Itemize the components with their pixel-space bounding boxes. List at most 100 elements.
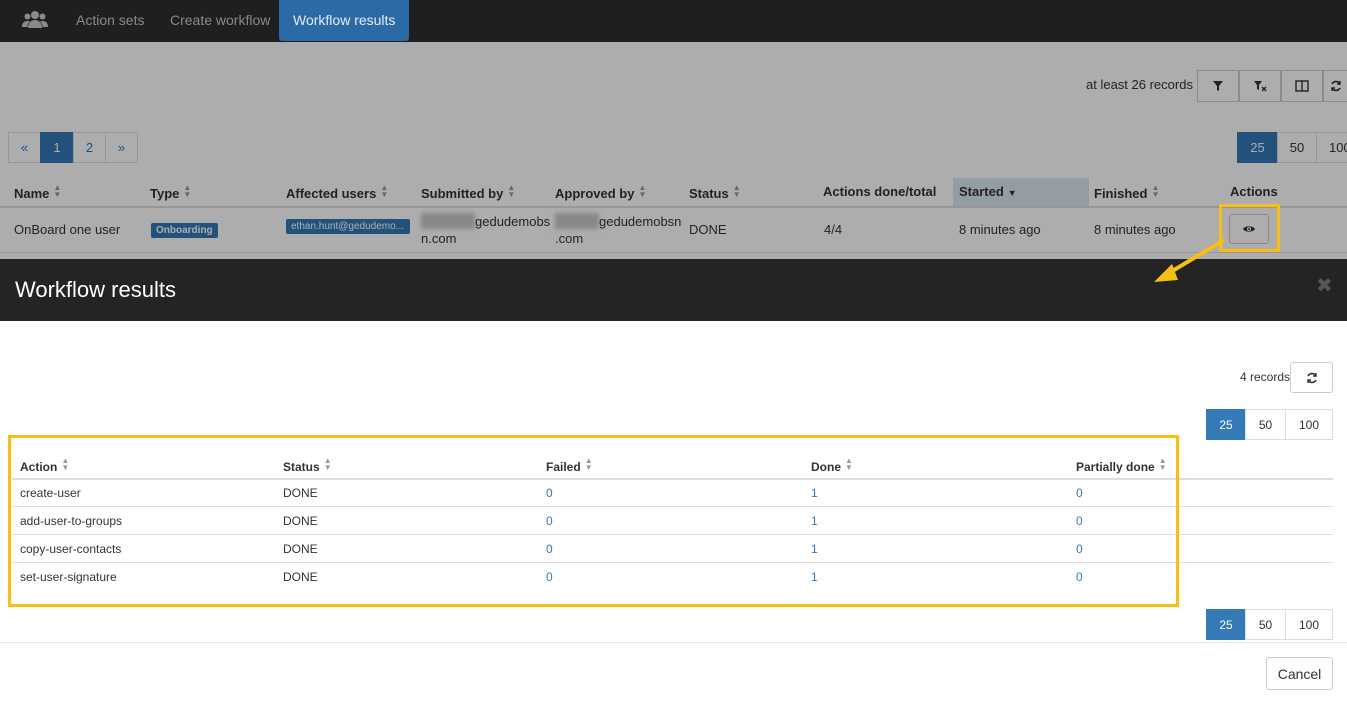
m-row-status: DONE — [283, 570, 318, 584]
nav-action-sets[interactable]: Action sets — [62, 0, 158, 42]
col-submitted-by[interactable]: Submitted by ▲ ▼ — [421, 184, 515, 202]
m-row-partially: 0 — [1076, 570, 1083, 584]
m-row-failed: 0 — [546, 514, 553, 528]
m-row-failed: 0 — [546, 542, 553, 556]
m-col-partially-done[interactable]: Partially done ▲ ▼ — [1076, 456, 1167, 475]
modal-refresh-button[interactable] — [1290, 362, 1333, 393]
sort-icon: ▲ ▼ — [323, 456, 332, 472]
m-col-action-label: Action — [20, 460, 58, 474]
columns-icon — [1295, 80, 1309, 92]
m-row-done: 1 — [811, 570, 818, 584]
m-row-status: DONE — [283, 542, 318, 556]
m-table-header-divider — [12, 478, 1333, 480]
filter-button[interactable] — [1197, 70, 1239, 102]
col-affected-users-label: Affected users — [286, 186, 377, 201]
redacted-text — [555, 213, 599, 229]
columns-button[interactable] — [1281, 70, 1323, 102]
row-started: 8 minutes ago — [959, 222, 1041, 237]
col-affected-users[interactable]: Affected users ▲ ▼ — [286, 183, 389, 202]
refresh-button[interactable] — [1323, 70, 1347, 102]
col-approved-by-label: Approved by — [555, 186, 635, 201]
modal-page-size-50-bottom[interactable]: 50 — [1245, 609, 1286, 640]
modal-records-count: 4 records — [1240, 370, 1291, 384]
modal-page-size-100-top[interactable]: 100 — [1285, 409, 1333, 440]
close-icon[interactable]: ✖ — [1316, 273, 1333, 298]
view-results-button[interactable] — [1229, 214, 1269, 244]
top-navbar: Action sets Create workflow Workflow res… — [0, 0, 1347, 42]
page-size-100[interactable]: 100 — [1316, 132, 1347, 163]
row-name: OnBoard one user — [14, 222, 121, 237]
sort-icon: ▲ ▼ — [584, 456, 593, 472]
pager-page-2[interactable]: 2 — [73, 132, 106, 163]
m-row-partially: 0 — [1076, 486, 1083, 500]
col-started-label: Started — [959, 184, 1004, 199]
pager-prev[interactable]: « — [8, 132, 41, 163]
submitted-by-line1: gedudemobs — [475, 214, 551, 229]
pager-page-1[interactable]: 1 — [40, 132, 74, 163]
m-row-divider — [12, 534, 1333, 535]
row-actions-done: 4/4 — [824, 222, 843, 237]
col-name[interactable]: Name ▲ ▼ — [14, 184, 61, 202]
col-name-label: Name — [14, 186, 50, 201]
m-row-action: create-user — [20, 486, 81, 500]
cancel-button[interactable]: Cancel — [1266, 657, 1333, 690]
col-started[interactable]: Started ▼ — [959, 184, 1017, 199]
page-size-50[interactable]: 50 — [1277, 132, 1317, 163]
col-type[interactable]: Type ▲ ▼ — [150, 183, 192, 202]
m-col-failed-label: Failed — [546, 460, 581, 474]
clear-filter-button[interactable] — [1239, 70, 1281, 102]
arrow-annotation — [1154, 238, 1226, 282]
m-row-action: add-user-to-groups — [20, 514, 123, 528]
m-row-failed: 0 — [546, 486, 553, 500]
modal-page-size-25-bottom[interactable]: 25 — [1206, 609, 1246, 640]
users-icon[interactable] — [22, 9, 48, 31]
col-finished-label: Finished — [1094, 186, 1148, 201]
col-type-label: Type — [150, 186, 180, 201]
col-approved-by[interactable]: Approved by ▲ ▼ — [555, 183, 647, 202]
m-row-partially: 0 — [1076, 542, 1083, 556]
sort-icon: ▲ ▼ — [1158, 456, 1167, 472]
redacted-text — [421, 213, 475, 229]
row-finished: 8 minutes ago — [1094, 222, 1176, 237]
m-col-done-label: Done — [811, 460, 841, 474]
modal-page-size-25-top[interactable]: 25 — [1206, 409, 1246, 440]
clear-filter-icon — [1254, 81, 1267, 92]
modal-page-size-50-top[interactable]: 50 — [1245, 409, 1286, 440]
m-col-done[interactable]: Done ▲ ▼ — [811, 457, 853, 475]
nav-create-workflow[interactable]: Create workflow — [156, 0, 284, 42]
m-row-status: DONE — [283, 514, 318, 528]
m-row-done: 1 — [811, 486, 818, 500]
refresh-icon — [1306, 372, 1317, 383]
sort-icon: ▲ ▼ — [1151, 183, 1160, 199]
col-actions: Actions — [1230, 184, 1278, 199]
table-header-divider — [0, 206, 1347, 208]
m-col-failed[interactable]: Failed ▲ ▼ — [546, 456, 593, 475]
sort-icon: ▲ ▼ — [638, 183, 647, 199]
col-status[interactable]: Status ▲ ▼ — [689, 184, 741, 202]
m-row-divider — [12, 506, 1333, 507]
pager-next[interactable]: » — [105, 132, 138, 163]
records-count: at least 26 records — [1086, 77, 1193, 92]
col-status-label: Status — [689, 186, 729, 201]
modal-page-size-100-bottom[interactable]: 100 — [1285, 609, 1333, 640]
row-status: DONE — [689, 222, 727, 237]
m-row-divider — [12, 562, 1333, 563]
sort-icon: ▲ ▼ — [380, 183, 389, 199]
m-col-status[interactable]: Status ▲ ▼ — [283, 456, 332, 475]
page-size-25[interactable]: 25 — [1237, 132, 1278, 163]
m-col-action[interactable]: Action ▲ ▼ — [20, 456, 70, 475]
sort-icon: ▲ ▼ — [61, 456, 70, 472]
sort-desc-icon: ▼ — [1007, 188, 1017, 198]
m-row-done: 1 — [811, 514, 818, 528]
m-col-partially-done-label: Partially done — [1076, 460, 1155, 474]
nav-workflow-results[interactable]: Workflow results — [279, 0, 410, 41]
col-finished[interactable]: Finished ▲ ▼ — [1094, 183, 1160, 202]
sort-icon: ▲ ▼ — [183, 183, 192, 199]
m-row-partially: 0 — [1076, 514, 1083, 528]
refresh-icon — [1330, 80, 1341, 92]
affected-user-badge: ethan.hunt@gedudemo... — [286, 219, 410, 234]
m-row-status: DONE — [283, 486, 318, 500]
col-actions-done-label: Actions done/total — [823, 184, 937, 199]
m-row-action: copy-user-contacts — [20, 542, 122, 556]
col-actions-done[interactable]: Actions done/total — [823, 184, 936, 199]
